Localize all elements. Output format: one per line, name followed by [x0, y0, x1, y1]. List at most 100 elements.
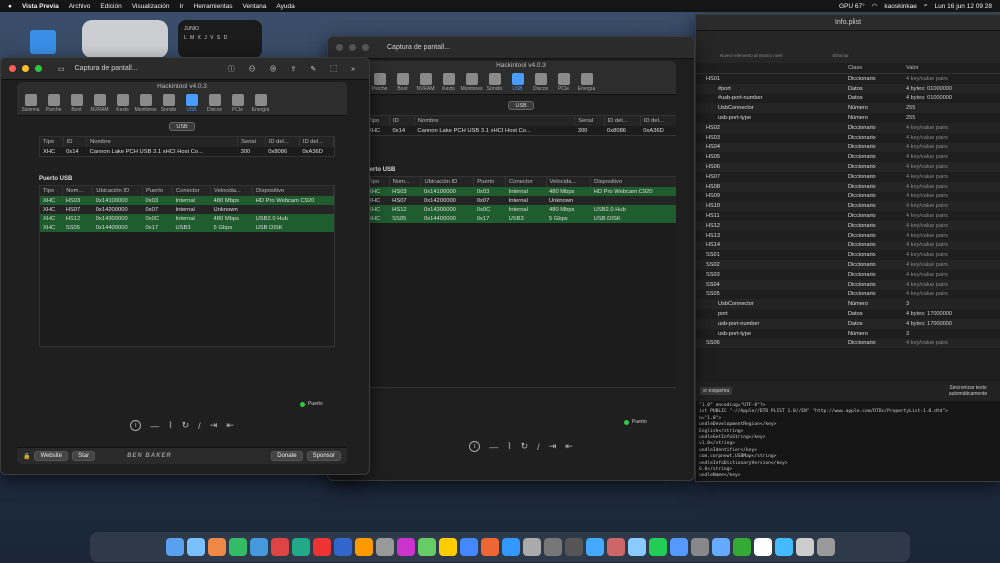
xml-source[interactable]: "1.0" encoding="UTF-8"?> ist PUBLIC "-//A… [696, 401, 1000, 481]
wifi-icon[interactable]: ◠ [872, 2, 878, 10]
zoom-button[interactable] [35, 65, 42, 72]
column-header[interactable]: Nombre [86, 137, 239, 147]
plist-row[interactable]: usb-port-type Número 255 [696, 113, 1000, 123]
tab-discos[interactable]: Discos [529, 73, 552, 92]
tab-kexts[interactable]: Kexts [111, 94, 134, 113]
delete-button[interactable]: Eliminar [833, 53, 849, 63]
tab-usb[interactable]: USB [506, 73, 529, 92]
dock-app-icon[interactable] [606, 538, 625, 556]
plist-row[interactable]: HS06 Diccionario 4 key/value pairs [696, 162, 1000, 172]
menu-herramientas[interactable]: Herramientas [194, 3, 233, 10]
column-header[interactable]: Nombre [414, 116, 576, 126]
plist-row[interactable]: HS10 Diccionario 4 key/value pairs [696, 201, 1000, 212]
tab-discos[interactable]: Discos [203, 94, 226, 113]
tab-sonido[interactable]: Sonido [157, 94, 180, 113]
dock-app-icon[interactable] [291, 538, 310, 556]
sponsor-button[interactable]: Sponsor [306, 451, 341, 461]
table-row[interactable]: XHC SS05 0x14400000 0x17 USB3 5 Gbps USB DISK [366, 214, 676, 223]
close-button[interactable] [336, 44, 343, 51]
inject-icon[interactable]: / [198, 421, 201, 431]
column-header[interactable]: Puerto [142, 186, 174, 196]
dock-app-icon[interactable] [375, 538, 394, 556]
minus-icon[interactable]: — [150, 421, 159, 431]
folder-icon[interactable] [30, 30, 56, 54]
plist-row[interactable]: SS02 Diccionario 4 key/value pairs [696, 260, 1000, 270]
dock-app-icon[interactable] [228, 538, 247, 556]
column-header[interactable]: Serial [574, 116, 605, 126]
table-row[interactable]: XHC HS12 0x14300000 0x0C Internal 480 Mbps USB… [366, 205, 676, 214]
plist-row[interactable]: HS02 Diccionario 4 key/value pairs [696, 122, 1000, 133]
usb-button[interactable]: USB [508, 101, 534, 110]
dock-app-icon[interactable] [354, 538, 373, 556]
plist-row[interactable]: HS12 Diccionario 4 key/value pairs [696, 220, 1000, 231]
search-icon[interactable]: ⌕ [924, 2, 928, 10]
minus-icon[interactable]: — [489, 442, 498, 452]
table-row[interactable]: XHC 0x14 Cannon Lake PCH USB 3.1 xHCI Host… [40, 147, 334, 156]
plist-row[interactable]: UsbConnector Número 3 [696, 299, 1000, 310]
import-icon[interactable]: ⇥ [210, 420, 218, 431]
column-header[interactable]: Dispositivo [590, 177, 676, 187]
column-header[interactable]: Ubicación ID [420, 177, 475, 187]
dock-app-icon[interactable] [417, 538, 436, 556]
column-header[interactable]: Nom... [62, 186, 94, 196]
plist-row[interactable]: HS07 Diccionario 4 key/value pairs [696, 172, 1000, 182]
new-sibling-button[interactable]: Nuevo elemento al mismo nivel [720, 53, 783, 63]
tab-nvram[interactable]: NVRAM [414, 73, 437, 92]
tab-kexts[interactable]: Kexts [437, 73, 460, 92]
column-header[interactable]: ID [389, 116, 415, 126]
column-header[interactable]: Ubicación ID [92, 186, 143, 196]
dock-app-icon[interactable] [522, 538, 541, 556]
dock-app-icon[interactable] [207, 538, 226, 556]
column-header[interactable]: Conector [172, 186, 212, 196]
refresh-icon[interactable]: ↻ [182, 420, 190, 431]
tab-parche[interactable]: Parche [42, 94, 65, 113]
table-row[interactable]: XHC HS03 0x14100000 0x03 Internal 480 Mbps HD … [366, 187, 676, 196]
refresh-icon[interactable]: ↻ [521, 441, 529, 452]
column-header[interactable]: Conector [505, 177, 547, 187]
dock-app-icon[interactable] [753, 538, 772, 556]
plist-row[interactable]: #port Datos 4 bytes: 01000000 [696, 83, 1000, 94]
tab-energía[interactable]: Energía [575, 73, 598, 92]
dock-app-icon[interactable] [732, 538, 751, 556]
usb-button[interactable]: USB [169, 122, 195, 131]
menu-ventana[interactable]: Ventana [243, 3, 267, 10]
plist-row[interactable]: UsbConnector Número 255 [696, 103, 1000, 114]
info-icon[interactable]: i [130, 420, 142, 431]
tab-pcie[interactable]: PCIe [552, 73, 575, 92]
dock-app-icon[interactable] [564, 538, 583, 556]
plist-row[interactable]: port Datos 4 bytes: 17000000 [696, 309, 1000, 319]
scheme-button[interactable]: sr esquema [700, 387, 733, 395]
broom-icon[interactable]: ⌇ [507, 441, 511, 452]
broom-icon[interactable]: ⌇ [168, 420, 172, 431]
column-header[interactable]: ID del... [640, 116, 676, 126]
table-row[interactable]: XHC HS07 0x14200000 0x07 Internal Unknown [40, 205, 334, 214]
plist-row[interactable]: HS09 Diccionario 4 key/value pairs [696, 192, 1000, 202]
dock-app-icon[interactable] [543, 538, 562, 556]
plist-row[interactable]: HS14 Diccionario 4 key/value pairs [696, 240, 1000, 251]
tab-sonido[interactable]: Sonido [483, 73, 506, 92]
plist-row[interactable]: HS11 Diccionario 4 key/value pairs [696, 211, 1000, 221]
dock-app-icon[interactable] [270, 538, 289, 556]
export-icon[interactable]: ⇤ [565, 441, 573, 452]
menu-app-name[interactable]: Vista Previa [22, 3, 59, 10]
plist-row[interactable]: SS03 Diccionario 4 key/value pairs [696, 270, 1000, 280]
inject-icon[interactable]: / [537, 442, 540, 452]
tab-energía[interactable]: Energía [249, 94, 272, 113]
close-button[interactable] [9, 65, 16, 72]
column-header[interactable]: ID del... [604, 116, 641, 126]
dock-app-icon[interactable] [396, 538, 415, 556]
column-header[interactable]: ID del... [299, 137, 335, 147]
sidebar-icon[interactable]: ▭ [58, 65, 65, 73]
table-row[interactable]: XHC HS12 0x14300000 0x0C Internal 480 Mbps USB… [40, 214, 334, 223]
minimize-button[interactable] [22, 65, 29, 72]
import-icon[interactable]: ⇥ [549, 441, 557, 452]
tab-boot[interactable]: Boot [65, 94, 88, 113]
dock-app-icon[interactable] [165, 538, 184, 556]
menu-ayuda[interactable]: Ayuda [276, 3, 294, 10]
column-header[interactable]: Puerto [473, 177, 507, 187]
dock-app-icon[interactable] [249, 538, 268, 556]
table-row[interactable]: XHC HS07 0x14200000 0x07 Internal Unknown [366, 196, 676, 205]
column-header[interactable]: Tipo [40, 186, 64, 196]
plist-row[interactable]: SS04 Diccionario 4 key/value pairs [696, 279, 1000, 290]
dock-app-icon[interactable] [795, 538, 814, 556]
